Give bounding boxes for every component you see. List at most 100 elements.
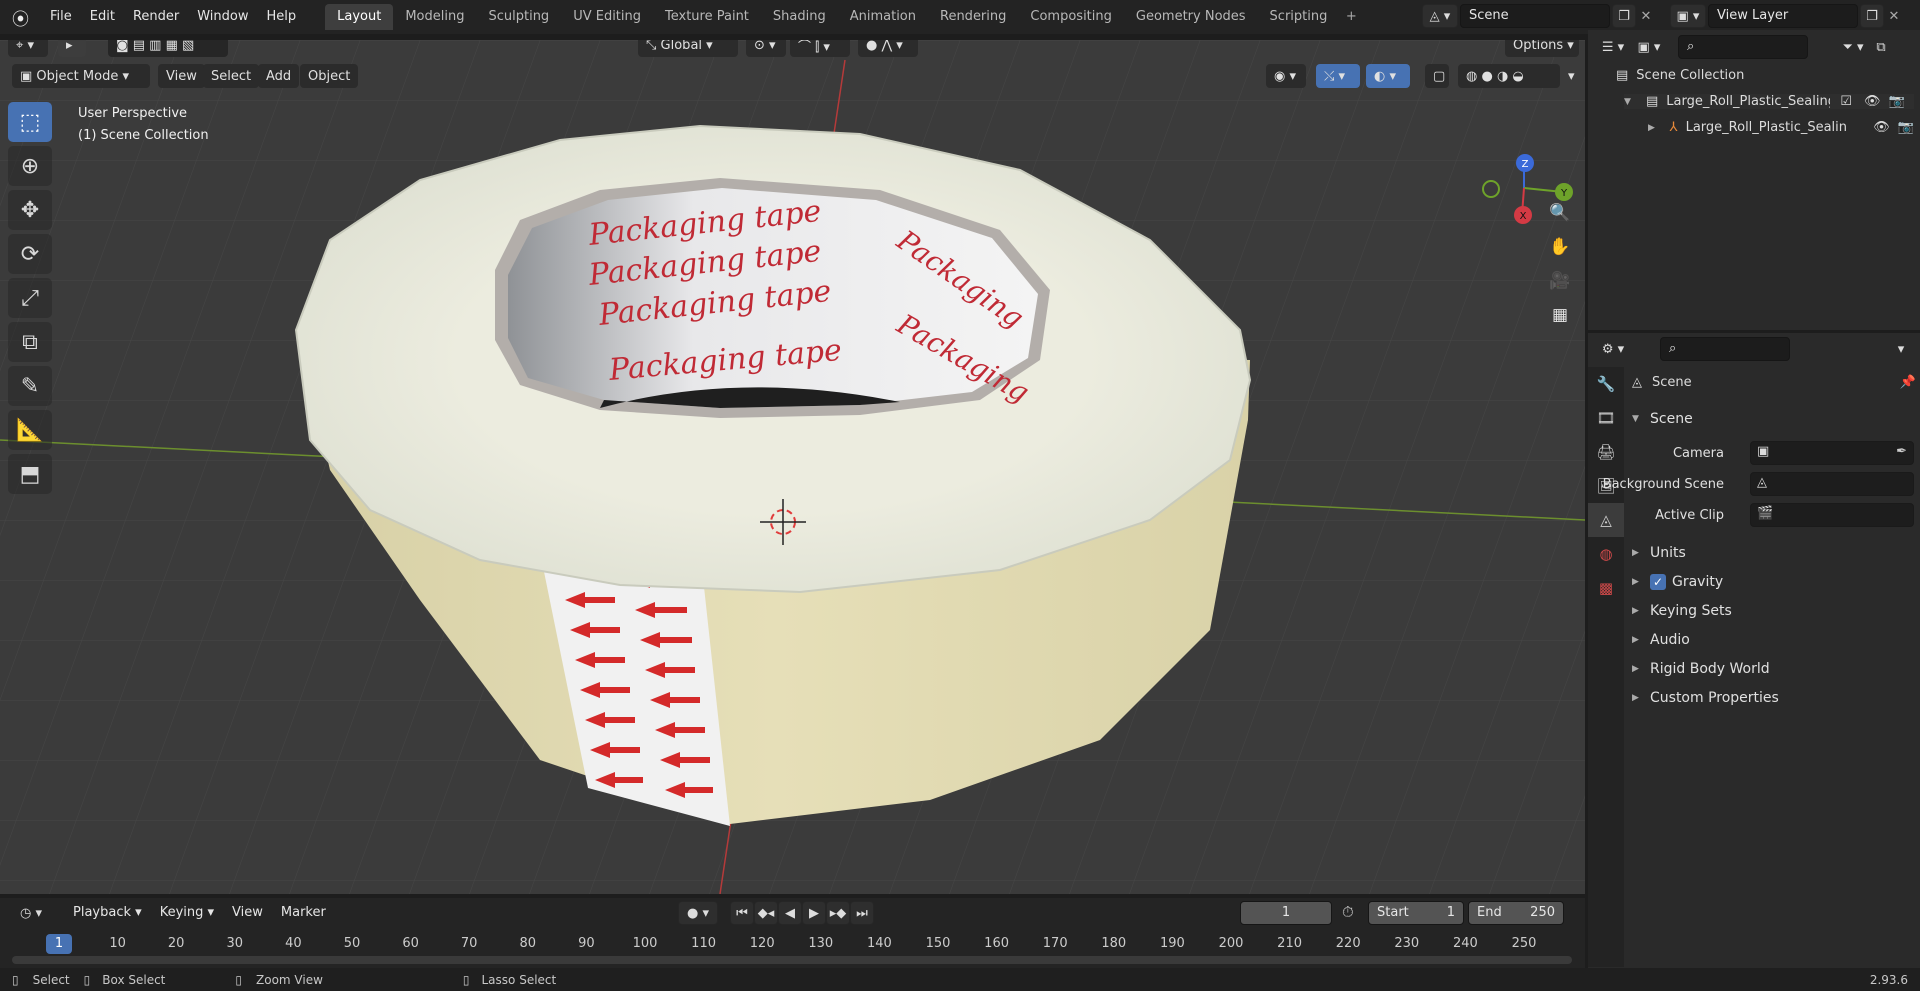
select-box-modes-icon[interactable]: ◙ ▤ ▥ ▦ ▧ — [108, 40, 228, 57]
background-scene-field[interactable]: ◬ — [1750, 472, 1914, 496]
texture-tab-icon[interactable]: ▩ — [1588, 571, 1624, 605]
move-tool-icon[interactable]: ✥ — [8, 190, 52, 230]
zoom-view-icon[interactable]: 🔍 — [1545, 198, 1575, 228]
3d-viewport[interactable]: Packaging tape Packaging tape Packaging … — [0, 40, 1585, 894]
add-cube-tool-icon[interactable]: ⬒ — [8, 454, 52, 494]
view-layer-field[interactable]: View Layer — [1708, 4, 1858, 28]
gravity-checkbox[interactable]: ✓ — [1650, 574, 1666, 590]
object-mode-dropdown[interactable]: ▣ Object Mode ▾ — [12, 64, 150, 88]
tab-sculpting[interactable]: Sculpting — [476, 4, 561, 30]
timeline-editor-type-icon[interactable]: ◷ ▾ — [12, 901, 50, 925]
options-dropdown[interactable]: Options ▾ — [1505, 40, 1579, 57]
menu-file[interactable]: File — [41, 4, 81, 30]
timeline-menu-marker[interactable]: Marker — [272, 900, 335, 926]
scale-tool-icon[interactable]: ⤢ — [8, 278, 52, 318]
record-icon[interactable]: ● ▾ — [678, 901, 718, 925]
filter-icon[interactable]: ⏷ ▾ — [1836, 35, 1870, 59]
eyedropper-icon[interactable]: ✒ — [1896, 444, 1907, 459]
scene-close-icon[interactable]: ✕ — [1636, 9, 1656, 24]
next-keyframe-icon[interactable]: ▸◆ — [826, 901, 850, 925]
proportional-edit-icon[interactable]: ● ⋀ ▾ — [858, 40, 918, 57]
start-frame-field[interactable]: Start 1 — [1368, 901, 1464, 925]
tab-shading[interactable]: Shading — [761, 4, 838, 30]
orientation-dropdown[interactable]: ⤡ Global ▾ — [638, 40, 738, 57]
outliner-search-input[interactable]: ⌕ — [1678, 35, 1808, 59]
rotate-tool-icon[interactable]: ⟳ — [8, 234, 52, 274]
add-workspace-icon[interactable]: + — [1339, 4, 1363, 30]
menu-render[interactable]: Render — [124, 4, 188, 30]
tab-geometry-nodes[interactable]: Geometry Nodes — [1124, 4, 1258, 30]
properties-editor-type-icon[interactable]: ⚙ ▾ — [1596, 337, 1630, 361]
play-icon[interactable]: ▶ — [802, 901, 826, 925]
camera-field[interactable]: ▣ ✒ — [1750, 441, 1914, 465]
pan-view-icon[interactable]: ✋ — [1545, 232, 1575, 262]
measure-tool-icon[interactable]: 📐 — [8, 410, 52, 450]
panel-units[interactable]: ▶ Units — [1632, 545, 1686, 561]
outliner-scene-collection[interactable]: ▤ Scene Collection — [1616, 68, 1744, 83]
properties-options-icon[interactable]: ▾ — [1888, 337, 1914, 361]
camera-view-icon[interactable]: 🎥 — [1545, 266, 1575, 296]
scene-copy-icon[interactable]: ❐ — [1612, 4, 1636, 28]
tab-uv-editing[interactable]: UV Editing — [561, 4, 653, 30]
panel-rigid-body-world[interactable]: ▶ Rigid Body World — [1632, 661, 1770, 677]
world-tab-icon[interactable]: ◍ — [1588, 537, 1624, 571]
jump-end-icon[interactable]: ⏭ — [850, 901, 874, 925]
gizmo-toggle-icon[interactable]: ⤯ ▾ — [1316, 64, 1360, 88]
outliner-row-object[interactable]: ▶ ⅄ Large_Roll_Plastic_Sealin 👁 📷 — [1648, 120, 1914, 135]
prev-keyframe-icon[interactable]: ◆◂ — [754, 901, 778, 925]
collapse-arrow-icon[interactable]: ▶ — [1648, 123, 1658, 133]
shading-modes-icon[interactable]: ◍ ● ◑ ◒ — [1458, 64, 1560, 88]
tab-texture-paint[interactable]: Texture Paint — [653, 4, 761, 30]
scene-name-field[interactable]: Scene — [1460, 4, 1610, 28]
view-layer-browse-icon[interactable]: ▣ ▾ — [1670, 4, 1706, 28]
view-layer-close-icon[interactable]: ✕ — [1884, 9, 1904, 24]
include-checkbox-icon[interactable]: ☑ — [1840, 94, 1852, 109]
cursor-tool-icon[interactable]: ⊕ — [8, 146, 52, 186]
blender-logo-icon[interactable]: ⦿ — [12, 5, 29, 30]
menu-help[interactable]: Help — [258, 4, 306, 30]
scene-browse-icon[interactable]: ◬ ▾ — [1422, 4, 1458, 28]
visibility-eye-icon[interactable]: 👁 — [1864, 94, 1881, 109]
pin-icon[interactable]: 📌 — [1900, 375, 1916, 390]
panel-scene-header[interactable]: ▼ Scene — [1632, 411, 1912, 427]
timeline-menu-view[interactable]: View — [223, 900, 272, 926]
outliner-editor-type-icon[interactable]: ☰ ▾ — [1596, 35, 1630, 59]
tab-animation[interactable]: Animation — [838, 4, 928, 30]
menu-window[interactable]: Window — [188, 4, 257, 30]
tool-tab-icon[interactable]: 🔧 — [1588, 367, 1624, 401]
tab-rendering[interactable]: Rendering — [928, 4, 1018, 30]
end-frame-field[interactable]: End 250 — [1468, 901, 1564, 925]
visibility-icon[interactable]: ◉ ▾ — [1266, 64, 1306, 88]
timeline-menu-keying[interactable]: Keying ▾ — [151, 900, 223, 926]
overlay-toggle-icon[interactable]: ◐ ▾ — [1366, 64, 1410, 88]
xray-icon[interactable]: ▢ — [1425, 64, 1449, 88]
stopwatch-icon[interactable]: ⏱ — [1342, 903, 1354, 921]
panel-custom-properties[interactable]: ▶ Custom Properties — [1632, 690, 1779, 706]
transform-tool-icon[interactable]: ⧉ — [8, 322, 52, 362]
outliner-display-mode-icon[interactable]: ▣ ▾ — [1632, 35, 1666, 59]
shading-dropdown-icon[interactable]: ▾ — [1560, 64, 1582, 88]
select-mode-icon[interactable]: ▸ — [58, 40, 86, 57]
object-render-camera-icon[interactable]: 📷 — [1898, 120, 1914, 135]
snap-icon[interactable]: ⌒ ⫿ ▾ — [790, 40, 850, 57]
timeline-scrollbar[interactable] — [12, 956, 1572, 964]
tab-layout[interactable]: Layout — [325, 4, 394, 30]
panel-gravity[interactable]: ▶ ✓ Gravity — [1632, 574, 1723, 590]
new-collection-icon[interactable]: ⧉ — [1870, 35, 1892, 59]
menu-add[interactable]: Add — [258, 64, 300, 88]
active-clip-field[interactable]: 🎬 — [1750, 503, 1914, 527]
object-visibility-eye-icon[interactable]: 👁 — [1873, 120, 1890, 135]
editor-type-icon[interactable]: ⌖ ▾ — [8, 40, 48, 57]
view-layer-copy-icon[interactable]: ❐ — [1860, 4, 1884, 28]
menu-view[interactable]: View — [158, 64, 205, 88]
jump-start-icon[interactable]: ⏮ — [730, 901, 754, 925]
play-reverse-icon[interactable]: ◀ — [778, 901, 802, 925]
pivot-icon[interactable]: ⊙ ▾ — [746, 40, 786, 57]
menu-edit[interactable]: Edit — [81, 4, 124, 30]
tab-compositing[interactable]: Compositing — [1018, 4, 1124, 30]
current-frame-field[interactable]: 1 — [1240, 901, 1332, 925]
select-tool-icon[interactable]: ⬚ — [8, 102, 52, 142]
ortho-toggle-icon[interactable]: ▦ — [1545, 300, 1575, 330]
tab-modeling[interactable]: Modeling — [393, 4, 476, 30]
panel-keying-sets[interactable]: ▶ Keying Sets — [1632, 603, 1732, 619]
